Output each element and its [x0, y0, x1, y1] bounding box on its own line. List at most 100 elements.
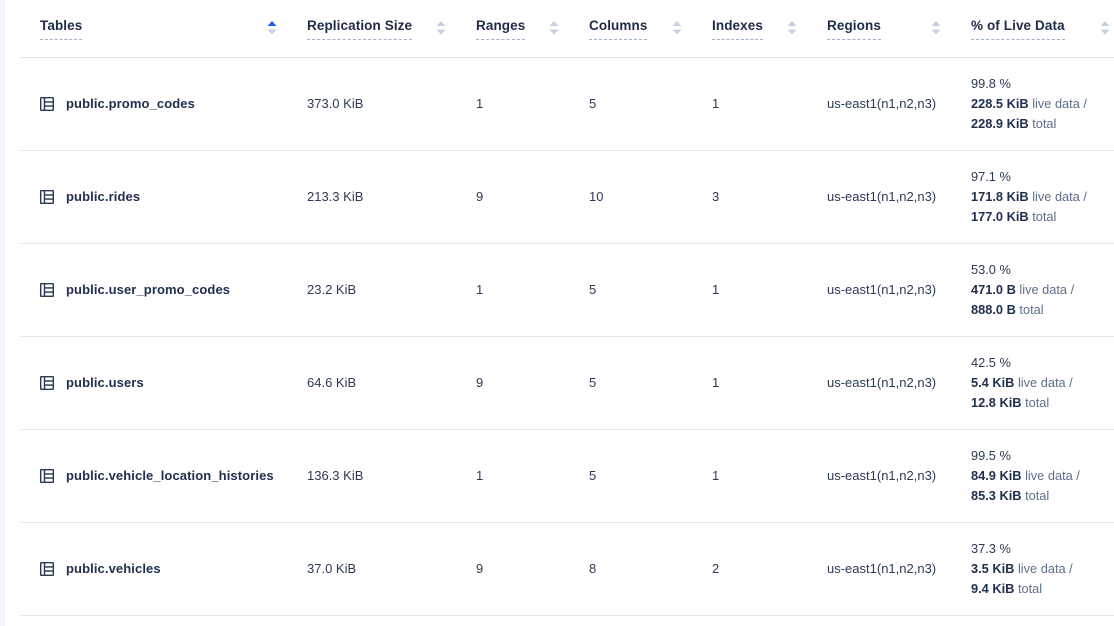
tables-list-container: Tables Replication Size Ranges	[20, 0, 1114, 616]
live-data-line: 228.5 KiB live data /	[971, 94, 1114, 114]
replication-size-cell: 136.3 KiB	[307, 429, 476, 522]
table-icon	[38, 374, 56, 392]
live-data-percent: 99.8 %	[971, 74, 1114, 94]
columns-cell: 5	[589, 57, 712, 150]
total-data-line: 177.0 KiB total	[971, 207, 1114, 227]
table-name-cell[interactable]: public.user_promo_codes	[20, 243, 307, 336]
columns-cell: 8	[589, 522, 712, 615]
table-name-cell[interactable]: public.vehicles	[20, 522, 307, 615]
live-data-cell: 99.5 % 84.9 KiB live data / 85.3 KiB tot…	[971, 429, 1114, 522]
ranges-cell: 9	[476, 336, 589, 429]
live-data-line: 3.5 KiB live data /	[971, 559, 1114, 579]
table-name-link[interactable]: public.user_promo_codes	[66, 282, 230, 297]
live-data-percent: 97.1 %	[971, 167, 1114, 187]
column-header[interactable]: Replication Size	[307, 0, 476, 57]
column-header-label: Tables	[40, 17, 82, 40]
sort-arrows-icon	[1100, 21, 1110, 35]
sort-arrows-icon	[931, 21, 941, 35]
column-header-label: Ranges	[476, 17, 525, 40]
sort-arrows-icon	[549, 21, 559, 35]
live-data-percent: 99.5 %	[971, 446, 1114, 466]
live-data-cell: 37.3 % 3.5 KiB live data / 9.4 KiB total	[971, 522, 1114, 615]
regions-cell: us-east1(n1,n2,n3)	[827, 243, 971, 336]
regions-cell: us-east1(n1,n2,n3)	[827, 522, 971, 615]
columns-cell: 5	[589, 336, 712, 429]
table-row: public.vehicle_location_histories 136.3 …	[20, 429, 1114, 522]
database-tables-table: Tables Replication Size Ranges	[20, 0, 1114, 616]
total-data-line: 85.3 KiB total	[971, 486, 1114, 506]
sort-arrows-icon	[787, 21, 797, 35]
table-name-link[interactable]: public.promo_codes	[66, 96, 195, 111]
table-name-link[interactable]: public.rides	[66, 189, 140, 204]
column-header-label: Indexes	[712, 17, 763, 40]
column-header[interactable]: % of Live Data	[971, 0, 1114, 57]
table-icon	[38, 467, 56, 485]
column-header[interactable]: Columns	[589, 0, 712, 57]
live-data-line: 5.4 KiB live data /	[971, 373, 1114, 393]
columns-cell: 5	[589, 429, 712, 522]
column-header-label: Replication Size	[307, 17, 412, 40]
live-data-line: 84.9 KiB live data /	[971, 466, 1114, 486]
table-body: public.promo_codes 373.0 KiB 1 5 1 us-ea…	[20, 57, 1114, 615]
total-data-line: 228.9 KiB total	[971, 114, 1114, 134]
table-name-link[interactable]: public.vehicle_location_histories	[66, 468, 274, 483]
table-name-cell[interactable]: public.vehicle_location_histories	[20, 429, 307, 522]
table-icon	[38, 95, 56, 113]
table-name-link[interactable]: public.users	[66, 375, 144, 390]
table-header: Tables Replication Size Ranges	[20, 0, 1114, 57]
replication-size-cell: 23.2 KiB	[307, 243, 476, 336]
columns-cell: 5	[589, 243, 712, 336]
table-icon	[38, 560, 56, 578]
regions-cell: us-east1(n1,n2,n3)	[827, 150, 971, 243]
sort-arrows-icon	[672, 21, 682, 35]
live-data-cell: 99.8 % 228.5 KiB live data / 228.9 KiB t…	[971, 57, 1114, 150]
live-data-cell: 97.1 % 171.8 KiB live data / 177.0 KiB t…	[971, 150, 1114, 243]
indexes-cell: 2	[712, 522, 827, 615]
replication-size-cell: 37.0 KiB	[307, 522, 476, 615]
column-header-label: Regions	[827, 17, 881, 40]
page-left-gutter	[0, 0, 5, 626]
total-data-line: 888.0 B total	[971, 300, 1114, 320]
ranges-cell: 1	[476, 57, 589, 150]
table-row: public.promo_codes 373.0 KiB 1 5 1 us-ea…	[20, 57, 1114, 150]
table-icon	[38, 188, 56, 206]
column-header[interactable]: Tables	[20, 0, 307, 57]
table-name-cell[interactable]: public.rides	[20, 150, 307, 243]
table-row: public.vehicles 37.0 KiB 9 8 2 us-east1(…	[20, 522, 1114, 615]
indexes-cell: 1	[712, 57, 827, 150]
live-data-cell: 42.5 % 5.4 KiB live data / 12.8 KiB tota…	[971, 336, 1114, 429]
table-name-link[interactable]: public.vehicles	[66, 561, 161, 576]
column-header[interactable]: Indexes	[712, 0, 827, 57]
column-header[interactable]: Ranges	[476, 0, 589, 57]
live-data-percent: 42.5 %	[971, 353, 1114, 373]
regions-cell: us-east1(n1,n2,n3)	[827, 57, 971, 150]
live-data-line: 171.8 KiB live data /	[971, 187, 1114, 207]
live-data-percent: 53.0 %	[971, 260, 1114, 280]
ranges-cell: 9	[476, 522, 589, 615]
sort-arrows-icon	[436, 21, 446, 35]
table-row: public.rides 213.3 KiB 9 10 3 us-east1(n…	[20, 150, 1114, 243]
database-tables-page: Tables Replication Size Ranges	[0, 0, 1114, 626]
table-name-cell[interactable]: public.promo_codes	[20, 57, 307, 150]
live-data-line: 471.0 B live data /	[971, 280, 1114, 300]
table-row: public.users 64.6 KiB 9 5 1 us-east1(n1,…	[20, 336, 1114, 429]
live-data-percent: 37.3 %	[971, 539, 1114, 559]
replication-size-cell: 373.0 KiB	[307, 57, 476, 150]
header-row: Tables Replication Size Ranges	[20, 0, 1114, 57]
table-icon	[38, 281, 56, 299]
live-data-cell: 53.0 % 471.0 B live data / 888.0 B total	[971, 243, 1114, 336]
sort-arrows-icon	[267, 21, 277, 35]
table-row: public.user_promo_codes 23.2 KiB 1 5 1 u…	[20, 243, 1114, 336]
table-name-cell[interactable]: public.users	[20, 336, 307, 429]
total-data-line: 9.4 KiB total	[971, 579, 1114, 599]
indexes-cell: 1	[712, 336, 827, 429]
replication-size-cell: 64.6 KiB	[307, 336, 476, 429]
column-header-label: Columns	[589, 17, 647, 40]
indexes-cell: 3	[712, 150, 827, 243]
column-header[interactable]: Regions	[827, 0, 971, 57]
ranges-cell: 9	[476, 150, 589, 243]
regions-cell: us-east1(n1,n2,n3)	[827, 336, 971, 429]
indexes-cell: 1	[712, 429, 827, 522]
ranges-cell: 1	[476, 243, 589, 336]
replication-size-cell: 213.3 KiB	[307, 150, 476, 243]
